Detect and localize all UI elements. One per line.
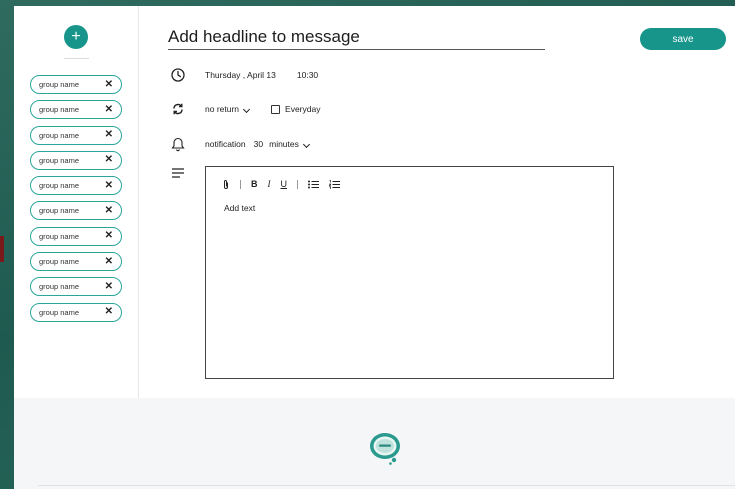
everyday-checkbox[interactable] — [271, 104, 281, 114]
speech-bubble-logo — [368, 431, 404, 467]
repeat-row: no return Everyday — [170, 101, 320, 117]
footer-divider — [38, 485, 735, 486]
message-editor[interactable]: B I U Add text — [205, 166, 614, 379]
bell-icon — [170, 136, 186, 152]
toolbar-divider — [240, 179, 241, 189]
repeat-icon — [170, 101, 186, 117]
close-icon[interactable]: ✕ — [105, 256, 113, 267]
footer — [14, 398, 735, 489]
close-icon[interactable]: ✕ — [105, 79, 113, 90]
group-chip-label: group name — [39, 282, 80, 292]
paperclip-icon[interactable] — [222, 179, 230, 190]
group-chip-label: group name — [39, 155, 80, 165]
notification-amount[interactable]: 30 — [254, 139, 263, 149]
group-chip-label: group name — [39, 105, 80, 115]
group-list: group name ✕ group name ✕ group name ✕ g… — [30, 75, 122, 328]
group-chip[interactable]: group name ✕ — [30, 252, 122, 272]
repeat-select[interactable]: no return — [205, 104, 251, 114]
sidebar-divider — [64, 58, 89, 59]
app-window: + group name ✕ group name ✕ group name ✕… — [14, 6, 735, 489]
group-chip[interactable]: group name ✕ — [30, 277, 122, 297]
bullet-list-icon[interactable] — [308, 180, 319, 189]
save-button[interactable]: save — [640, 28, 726, 50]
close-icon[interactable]: ✕ — [105, 155, 113, 165]
plus-icon: + — [71, 28, 81, 45]
headline-input[interactable]: Add headline to message — [168, 28, 545, 50]
toolbar-divider — [297, 179, 298, 189]
group-chip[interactable]: group name ✕ — [30, 226, 122, 246]
group-chip-label: group name — [39, 130, 80, 140]
close-icon[interactable]: ✕ — [105, 307, 113, 317]
group-chip[interactable]: group name ✕ — [30, 125, 122, 145]
chevron-down-icon — [302, 140, 310, 149]
date-value[interactable]: Thursday , April 13 — [205, 70, 276, 80]
underline-button[interactable]: U — [281, 179, 288, 189]
group-chip-label: group name — [39, 307, 80, 317]
numbered-list-icon[interactable] — [329, 179, 340, 189]
repeat-select-value: no return — [205, 104, 240, 114]
editor-toolbar: B I U — [222, 177, 350, 191]
schedule-row: Thursday , April 13 10:30 — [170, 67, 318, 83]
group-chip[interactable]: group name ✕ — [30, 302, 122, 322]
chevron-down-icon — [242, 105, 251, 114]
sidebar: + group name ✕ group name ✕ group name ✕… — [14, 6, 139, 398]
notification-unit-value: minutes — [269, 139, 299, 149]
window-edge-marker — [0, 236, 4, 262]
close-icon[interactable]: ✕ — [105, 205, 113, 216]
notification-row: notification 30 minutes — [170, 136, 310, 152]
notification-unit-select[interactable]: minutes — [269, 139, 310, 149]
time-value[interactable]: 10:30 — [297, 70, 318, 80]
close-icon[interactable]: ✕ — [105, 231, 113, 241]
notification-label: notification — [205, 139, 246, 149]
group-chip[interactable]: group name ✕ — [30, 201, 122, 221]
group-chip[interactable]: group name ✕ — [30, 150, 122, 170]
lines-icon — [170, 165, 186, 181]
everyday-label: Everyday — [285, 104, 321, 114]
group-chip[interactable]: group name ✕ — [30, 176, 122, 196]
group-chip-label: group name — [39, 206, 80, 216]
group-chip-label: group name — [39, 80, 80, 89]
close-icon[interactable]: ✕ — [105, 180, 113, 191]
close-icon[interactable]: ✕ — [105, 104, 113, 115]
italic-button[interactable]: I — [268, 179, 271, 189]
group-chip-label: group name — [39, 231, 80, 241]
editor-text-area[interactable]: Add text — [224, 203, 255, 213]
clock-icon — [170, 67, 186, 83]
group-chip-label: group name — [39, 257, 80, 267]
close-icon[interactable]: ✕ — [105, 281, 113, 292]
add-group-button[interactable]: + — [64, 25, 88, 49]
group-chip[interactable]: group name ✕ — [30, 75, 122, 94]
bold-button[interactable]: B — [251, 179, 258, 189]
group-chip-label: group name — [39, 181, 80, 191]
group-chip[interactable]: group name ✕ — [30, 100, 122, 120]
close-icon[interactable]: ✕ — [105, 130, 113, 140]
